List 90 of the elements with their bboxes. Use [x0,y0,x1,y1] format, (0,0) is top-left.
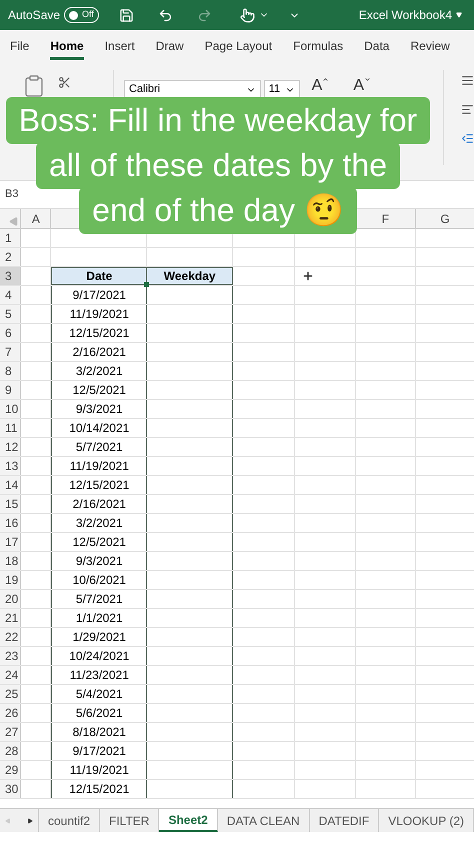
column-header[interactable]: F [382,210,390,228]
table-cell-text: 9/3/2021 [76,553,123,570]
autosave-toggle[interactable]: Off [64,7,99,23]
table-cell-text: 12/5/2021 [72,534,126,551]
table-cell-text: 9/3/2021 [76,401,123,418]
table-cell-text: 12/15/2021 [69,477,130,494]
table-cell-text: 2/16/2021 [72,344,126,361]
indent-icon[interactable] [461,132,474,145]
align-icon[interactable] [461,74,474,87]
ribbon-tab[interactable]: Page Layout [204,34,272,60]
table-cell-text: 8/18/2021 [72,724,126,741]
save-icon[interactable] [118,8,134,22]
table-cell-text: 10/24/2021 [69,648,130,665]
row-header[interactable]: 8 [0,362,22,380]
ribbon-tab[interactable]: Home [50,34,84,60]
ribbon-tab[interactable]: Insert [104,34,135,60]
table-cell-text: 5/7/2021 [76,591,123,608]
row-header[interactable]: 5 [0,305,22,323]
table-cell-text: 10/6/2021 [72,572,126,589]
cut-icon[interactable] [58,76,71,89]
row-header[interactable]: 27 [0,723,22,741]
row-header[interactable]: 12 [0,438,22,456]
cell-cursor-icon [302,270,314,282]
row-header[interactable]: 10 [0,400,22,418]
row-header[interactable]: 7 [0,343,22,361]
column-heading-cell: Date [51,267,148,285]
row-header[interactable]: 2 [0,248,22,266]
name-box[interactable]: B3 [5,186,18,203]
row-header[interactable]: 19 [0,571,22,589]
row-header[interactable]: 25 [0,685,22,703]
ribbon-tab[interactable]: Draw [156,34,184,60]
undo-icon[interactable] [158,8,173,22]
column-header[interactable]: A [32,210,40,228]
ribbon-tab[interactable]: Review [410,34,450,60]
row-header[interactable]: 24 [0,666,22,684]
table-cell-text: 1/29/2021 [72,629,126,646]
row-header[interactable]: 1 [0,229,22,247]
table-cell-text: 5/6/2021 [76,705,123,722]
workbook-title[interactable]: Excel Workbook4 [358,6,462,24]
column-header[interactable]: G [440,210,450,228]
row-header[interactable]: 14 [0,476,22,494]
table-cell-text: 5/7/2021 [76,439,123,456]
row-header[interactable]: 6 [0,324,22,342]
align-left-icon[interactable] [461,103,474,116]
caret-icon [364,76,371,83]
table-cell-text: 12/15/2021 [69,325,130,342]
row-header[interactable]: 13 [0,457,22,475]
row-header[interactable]: 26 [0,704,22,722]
table-cell-text: 11/19/2021 [70,458,129,475]
caret-icon [322,76,330,83]
row-header[interactable]: 22 [0,628,22,646]
ribbon-tab[interactable]: Data [364,34,390,60]
sheet-tab[interactable]: Sheet2 [159,809,218,832]
grow-font-button[interactable]: A [312,76,330,96]
fill-handle[interactable] [144,282,150,287]
row-header[interactable]: 15 [0,495,22,513]
table-cell-text: 12/15/2021 [69,781,130,798]
row-header[interactable]: 30 [0,780,22,798]
row-header[interactable]: 21 [0,609,22,627]
row-header[interactable]: 18 [0,552,22,570]
table-cell-text: 11/23/2021 [70,667,129,684]
table-cell-text: 2/16/2021 [72,496,126,513]
table-cell-text: 9/17/2021 [72,743,126,760]
caret-icon [456,12,462,18]
touch-mode-icon[interactable] [240,8,255,22]
row-header[interactable]: 9 [0,381,22,399]
table-cell-text: 11/19/2021 [70,762,129,779]
autosave-label: AutoSave [8,7,60,24]
row-header[interactable]: 16 [0,514,22,532]
row-header[interactable]: 3 [0,267,22,285]
row-header[interactable]: 28 [0,742,22,760]
ribbon-tab[interactable]: File [10,34,30,60]
column-heading-cell: Weekday [147,267,234,285]
row-header[interactable]: 23 [0,647,22,665]
table-cell-text: 12/5/2021 [72,382,126,399]
table-cell-text: 3/2/2021 [76,515,123,532]
row-header[interactable]: 11 [0,419,22,437]
table-cell-text: 5/4/2021 [76,686,123,703]
table-cell-text: 1/1/2021 [76,610,123,627]
row-header[interactable]: 17 [0,533,22,551]
table-cell-text: 11/19/2021 [70,306,129,323]
ribbon-tab[interactable]: Formulas [293,34,344,60]
table-cell-text: 10/14/2021 [69,420,130,437]
row-header[interactable]: 4 [0,286,22,304]
table-cell-text: 9/17/2021 [72,287,126,304]
shrink-font-button[interactable]: A [353,76,371,96]
next-sheet-icon[interactable] [26,818,33,824]
table-cell-text: 3/2/2021 [76,363,123,380]
row-header[interactable]: 20 [0,590,22,608]
row-header[interactable]: 29 [0,761,22,779]
